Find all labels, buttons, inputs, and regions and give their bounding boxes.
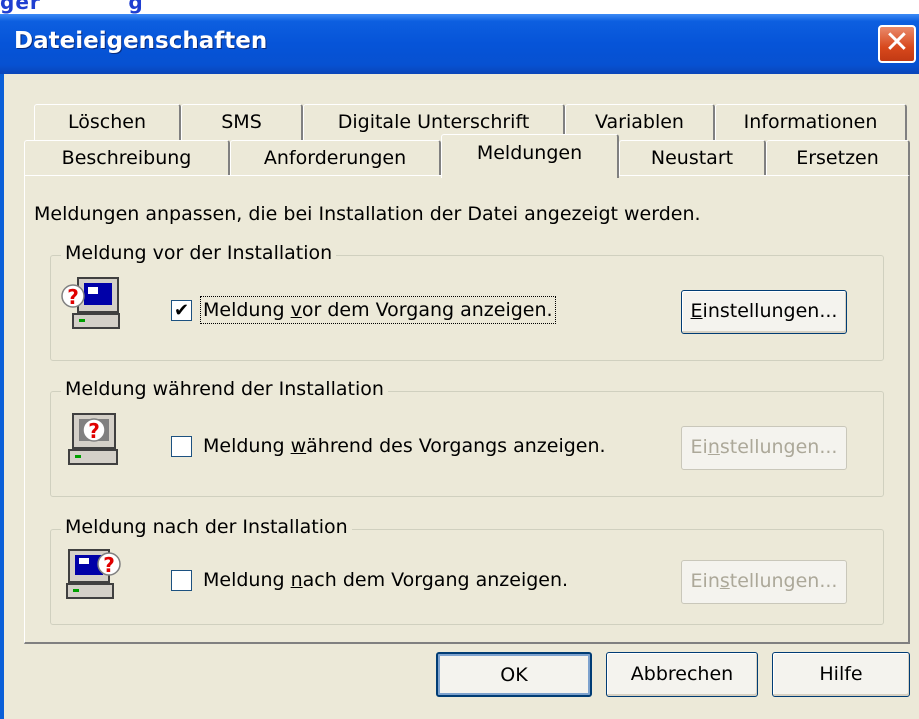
cancel-button[interactable]: Abbrechen bbox=[606, 652, 758, 697]
computer-question-icon: ? bbox=[61, 277, 120, 329]
checkbox-during-label[interactable]: Meldung während des Vorgangs anzeigen. bbox=[203, 435, 606, 457]
group-after-installation: Meldung nach der Installation ? Meldung … bbox=[50, 516, 884, 625]
panel-description: Meldungen anpassen, die bei Installation… bbox=[34, 203, 701, 225]
title-bar[interactable]: Dateieigenschaften ✕ bbox=[0, 14, 919, 74]
settings-button-during[interactable]: Einstellungen... bbox=[681, 426, 847, 470]
window-title: Dateieigenschaften bbox=[14, 28, 268, 54]
computer-question-icon: ? bbox=[66, 549, 121, 599]
tab-anforderungen[interactable]: Anforderungen bbox=[230, 140, 441, 176]
settings-button-after[interactable]: Einstellungen... bbox=[681, 560, 847, 604]
close-button[interactable]: ✕ bbox=[878, 25, 916, 63]
tab-informationen[interactable]: Informationen bbox=[715, 104, 907, 140]
ok-button[interactable]: OK bbox=[436, 652, 592, 697]
group-during-installation: Meldung während der Installation ? Meldu… bbox=[50, 378, 884, 497]
group-legend: Meldung während der Installation bbox=[61, 378, 388, 400]
tab-neustart[interactable]: Neustart bbox=[619, 140, 766, 176]
tab-beschreibung[interactable]: Beschreibung bbox=[24, 140, 230, 176]
checkbox-after-label[interactable]: Meldung nach dem Vorgang anzeigen. bbox=[203, 569, 568, 591]
dialog-client-area: Löschen SMS Digitale Unterschrift Variab… bbox=[4, 74, 919, 719]
svg-text:?: ? bbox=[67, 285, 79, 309]
svg-text:?: ? bbox=[88, 419, 100, 443]
svg-text:?: ? bbox=[103, 553, 115, 577]
checkbox-before-label[interactable]: Meldung vor dem Vorgang anzeigen. bbox=[200, 296, 556, 324]
group-legend: Meldung nach der Installation bbox=[61, 516, 352, 538]
close-icon: ✕ bbox=[884, 25, 910, 60]
computer-question-icon: ? bbox=[68, 413, 118, 465]
checkbox-before[interactable]: ✔ bbox=[171, 300, 192, 321]
group-legend: Meldung vor der Installation bbox=[61, 242, 337, 264]
tab-ersetzen[interactable]: Ersetzen bbox=[766, 140, 910, 176]
checkbox-after[interactable] bbox=[171, 570, 192, 591]
group-before-installation: Meldung vor der Installation ? ✔ Meldung… bbox=[50, 242, 884, 361]
checkbox-during[interactable] bbox=[171, 436, 192, 457]
background-window-strip: ger ­ ­ ­ ­ ­ ­ ­ ­ ­ ­ g bbox=[0, 0, 919, 14]
tab-sms[interactable]: SMS bbox=[181, 104, 303, 140]
dialog-window: Dateieigenschaften ✕ Löschen SMS Digital… bbox=[0, 14, 919, 719]
help-button[interactable]: Hilfe bbox=[772, 652, 910, 697]
tab-meldungen[interactable]: Meldungen bbox=[441, 134, 619, 178]
settings-button-before[interactable]: Einstellungen... bbox=[681, 290, 847, 334]
tab-loeschen[interactable]: Löschen bbox=[34, 104, 181, 140]
